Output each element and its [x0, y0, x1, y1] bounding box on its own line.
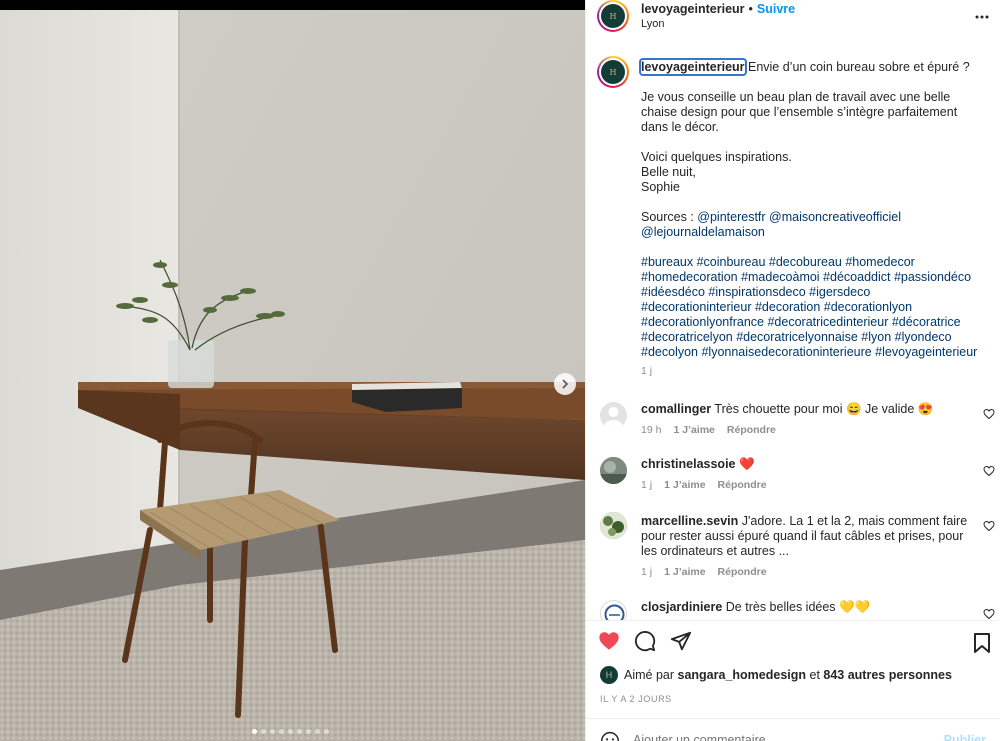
- caption-time[interactable]: 1 j: [641, 364, 981, 379]
- carousel-dot: [261, 729, 266, 734]
- more-options-icon[interactable]: [975, 6, 989, 24]
- sources-label: Sources :: [641, 210, 698, 224]
- next-image-button[interactable]: [554, 373, 576, 395]
- room-illustration: [0, 10, 585, 741]
- comments-scroll-area[interactable]: H levoyageinterieur Envie d’un coin bure…: [586, 50, 1000, 620]
- share-icon[interactable]: [670, 630, 692, 652]
- comment-username[interactable]: marcelline.sevin: [641, 514, 738, 528]
- top-black-bar: [0, 0, 585, 10]
- caption-paragraph: Je vous conseille un beau plan de travai…: [641, 90, 958, 134]
- carousel-dot: [306, 729, 311, 734]
- reply-button[interactable]: Répondre: [718, 479, 767, 491]
- caption-signature: Voici quelques inspirations. Belle nuit,…: [641, 150, 792, 194]
- like-comment-heart-icon[interactable]: [983, 465, 995, 477]
- likes-summary: H Aimé par sangara_homedesign et 843 aut…: [600, 666, 952, 684]
- post-age[interactable]: IL Y A 2 JOURS: [600, 694, 672, 704]
- liked-by-prefix: Aimé par: [624, 668, 678, 682]
- carousel-indicator: [252, 729, 329, 734]
- comment-username[interactable]: christinelassoie: [641, 457, 736, 471]
- divider: [586, 620, 1000, 621]
- comment-likes[interactable]: 1 J’aime: [673, 424, 714, 436]
- liked-by-user[interactable]: sangara_homedesign: [678, 668, 807, 682]
- liked-and: et: [806, 668, 824, 682]
- reply-button[interactable]: Répondre: [727, 424, 776, 436]
- like-heart-icon[interactable]: [598, 630, 620, 652]
- default-avatar-icon: [604, 407, 623, 429]
- like-comment-heart-icon[interactable]: [983, 608, 995, 620]
- comment-icon[interactable]: [634, 630, 656, 652]
- comment-username[interactable]: comallinger: [641, 402, 711, 416]
- caption-author-avatar[interactable]: H: [597, 56, 629, 88]
- comment-text: ❤️: [738, 457, 755, 471]
- comment-time[interactable]: 1 j: [641, 479, 652, 491]
- chevron-right-icon: [562, 379, 569, 389]
- carousel-dot: [315, 729, 320, 734]
- post-actions: [598, 630, 692, 652]
- comment-likes[interactable]: 1 J’aime: [664, 479, 705, 491]
- post-side-panel: H levoyageinterieur • Suivre Lyon H levoya…: [585, 0, 1000, 741]
- divider: [586, 718, 1000, 719]
- like-comment-heart-icon[interactable]: [983, 520, 995, 532]
- liked-others-count[interactable]: 843 autres personnes: [823, 668, 952, 682]
- like-comment-heart-icon[interactable]: [983, 408, 995, 420]
- caption-first-line: Envie d’un coin bureau sobre et épuré ?: [744, 60, 970, 74]
- caption-username[interactable]: levoyageinterieur: [639, 58, 747, 76]
- comment-avatar[interactable]: [600, 512, 627, 539]
- carousel-dot: [279, 729, 284, 734]
- caption-hashtags[interactable]: #bureaux #coinbureau #decobureau #homede…: [641, 255, 981, 360]
- bookmark-icon[interactable]: [972, 632, 992, 654]
- comment-avatar[interactable]: [600, 457, 627, 484]
- follow-button[interactable]: Suivre: [757, 2, 795, 16]
- add-comment-input[interactable]: [633, 733, 933, 741]
- post-location[interactable]: Lyon: [641, 18, 795, 30]
- post-caption: levoyageinterieur Envie d’un coin bureau…: [639, 58, 981, 379]
- carousel-dot: [297, 729, 302, 734]
- carousel-dot: [252, 729, 257, 734]
- comment-likes[interactable]: 1 J’aime: [664, 566, 705, 578]
- comment-text: De très belles idées 💛💛: [725, 600, 871, 614]
- author-avatar[interactable]: H: [597, 0, 629, 32]
- carousel-dot: [288, 729, 293, 734]
- post-photo[interactable]: [0, 10, 585, 741]
- carousel-dot: [324, 729, 329, 734]
- emoji-icon[interactable]: [600, 731, 620, 741]
- separator-dot: •: [748, 2, 753, 16]
- comment-time[interactable]: 1 j: [641, 566, 652, 578]
- publish-button[interactable]: Publier: [944, 733, 986, 741]
- reply-button[interactable]: Répondre: [718, 566, 767, 578]
- carousel-dot: [270, 729, 275, 734]
- comment-time[interactable]: 19 h: [641, 424, 661, 436]
- comment-text: Très chouette pour moi 😄 Je valide 😍: [714, 402, 934, 416]
- author-username[interactable]: levoyageinterieur: [641, 2, 745, 16]
- comment-avatar[interactable]: [600, 402, 627, 429]
- liker-avatar[interactable]: H: [600, 666, 618, 684]
- post-header: H levoyageinterieur • Suivre Lyon: [586, 0, 1000, 35]
- comment-username[interactable]: closjardiniere: [641, 600, 722, 614]
- comment-avatar[interactable]: [600, 600, 627, 620]
